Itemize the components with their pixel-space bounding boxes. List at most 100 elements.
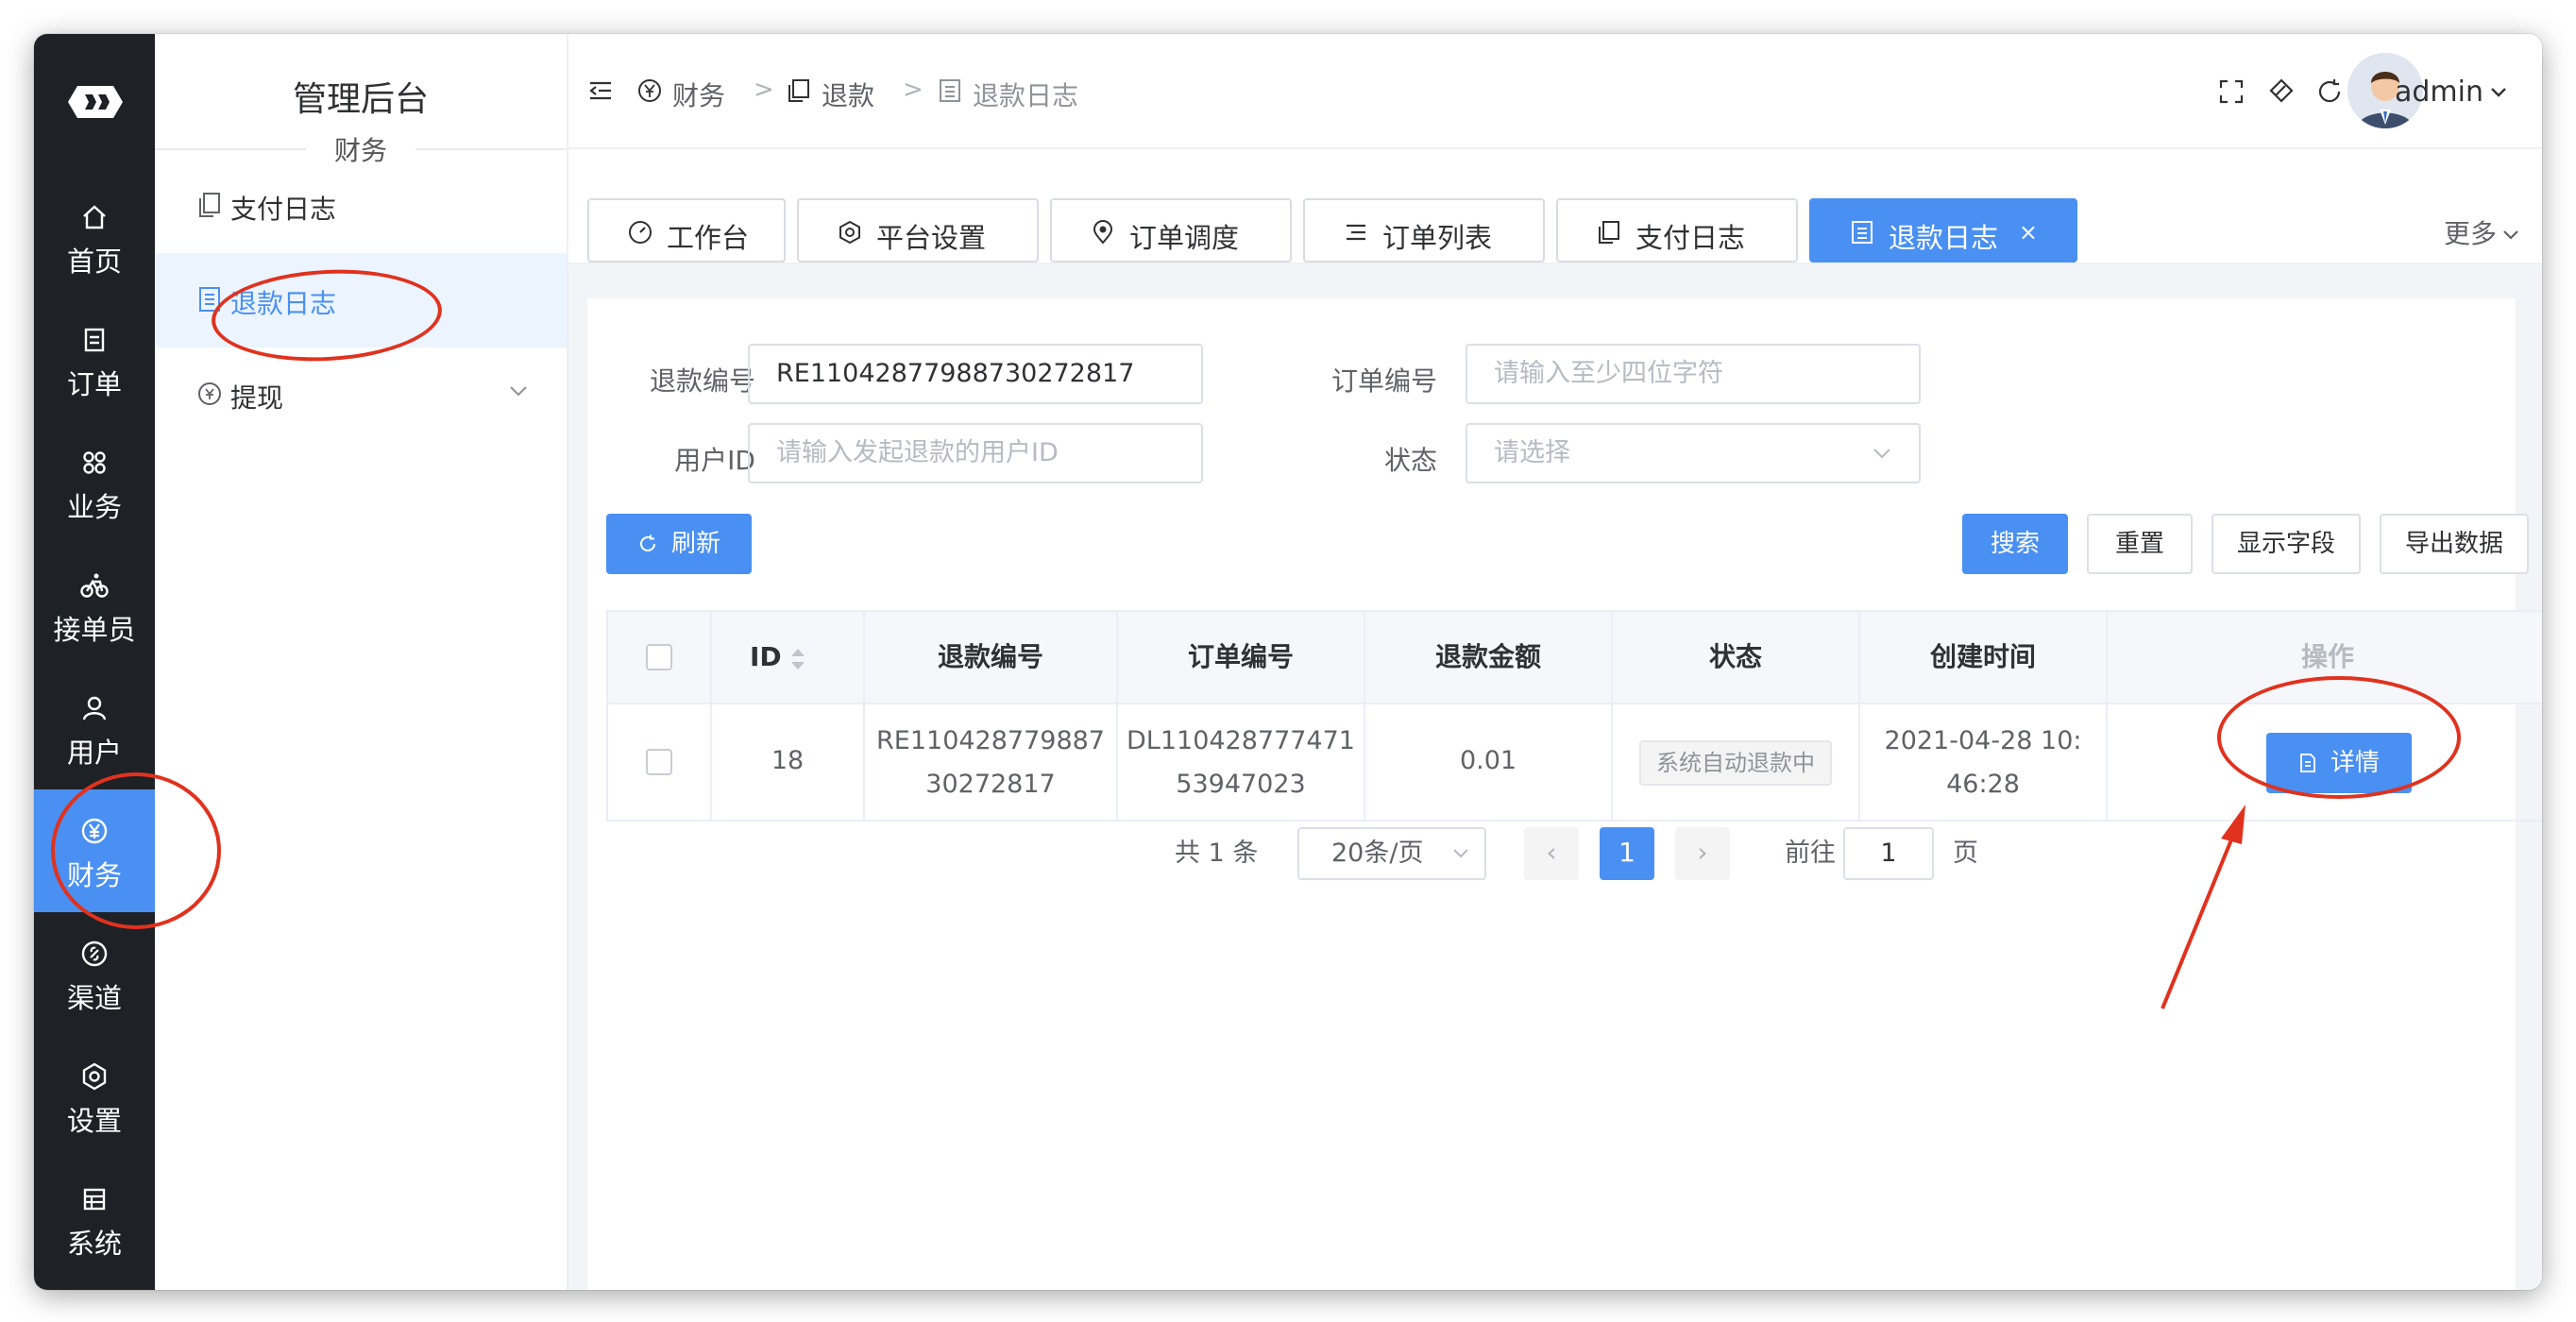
refund-no-label: 退款编号 <box>649 365 755 397</box>
sort-icon[interactable] <box>789 646 806 672</box>
search-button[interactable]: 搜索 <box>1962 514 2068 574</box>
order-icon <box>84 328 105 352</box>
refund-table: ID 退款编号 订单编号 退款金额 状态 创建时间 操作 18 RE110428… <box>606 610 2542 822</box>
chevron-down-icon <box>2503 230 2518 240</box>
rail-item-label: 财务 <box>66 859 122 891</box>
sidebar-item-label: 退款日志 <box>230 288 337 319</box>
rail-item-business[interactable]: 业务 <box>34 421 155 544</box>
pager-next-button[interactable]: › <box>1675 827 1730 880</box>
tab-label: 退款日志 <box>1889 222 1999 254</box>
yuan-icon <box>638 79 661 102</box>
app-logo-icon <box>68 86 123 118</box>
rail-item-settings[interactable]: 设置 <box>34 1035 155 1158</box>
refund-no-input[interactable]: RE110428779887302728​17 <box>748 344 1203 404</box>
reset-button[interactable]: 重置 <box>2087 514 2193 574</box>
cell-amount-value: 0.01 <box>1459 746 1517 775</box>
system-icon <box>83 1188 106 1211</box>
pager-goto-input[interactable]: 1 <box>1843 827 1934 880</box>
select-all-checkbox[interactable] <box>646 644 672 670</box>
fullscreen-icon[interactable] <box>2217 77 2246 106</box>
status-select[interactable]: 请选择 <box>1466 423 1921 483</box>
rail-item-label: 接单员 <box>53 614 136 646</box>
chevron-down-icon <box>2491 88 2506 97</box>
clear-cache-icon[interactable] <box>2266 77 2295 106</box>
dashboard-icon <box>629 221 652 244</box>
list-icon <box>1347 224 1365 241</box>
detail-button[interactable]: 详情 <box>2266 733 2412 793</box>
cell-text-line: 30272817 <box>925 770 1056 799</box>
page-size-value: 20条/页 <box>1331 839 1424 868</box>
export-data-button[interactable]: 导出数据 <box>2380 514 2529 574</box>
copy-doc-icon <box>1599 221 1619 244</box>
rail-item-orders[interactable]: 订单 <box>34 298 155 421</box>
user-name: admin <box>2395 76 2483 109</box>
detail-label: 详情 <box>2330 749 2380 777</box>
rail-item-courier[interactable]: 接单员 <box>34 544 155 667</box>
yuan-icon <box>81 818 108 844</box>
close-icon[interactable]: × <box>2019 219 2038 246</box>
breadcrumb-item[interactable]: 退款 <box>822 76 874 113</box>
rail-item-system[interactable]: 系统 <box>34 1158 155 1280</box>
tab-order-list[interactable]: 订单列表 <box>1303 198 1545 263</box>
chevron-down-icon <box>1453 849 1468 858</box>
user-icon <box>82 696 107 720</box>
cell-order-no-value: DL110428777471 53947023 <box>1118 720 1364 806</box>
tab-refund-log[interactable]: 退款日志 × <box>1809 198 2077 263</box>
collapse-menu-icon[interactable] <box>587 77 614 104</box>
refresh-icon <box>640 534 655 551</box>
pager-prev-button[interactable]: ‹ <box>1524 827 1579 880</box>
status-label: 状态 <box>1383 445 1437 476</box>
refresh-button[interactable]: 刷新 <box>606 514 752 574</box>
tab-order-dispatch[interactable]: 订单调度 <box>1050 198 1292 263</box>
rail-item-label: 渠道 <box>66 982 122 1014</box>
rail-item-label: 首页 <box>66 246 122 278</box>
cash-refresh-icon <box>198 382 221 405</box>
cell-text-line: DL110428777471 <box>1127 726 1355 755</box>
show-fields-button[interactable]: 显示字段 <box>2212 514 2361 574</box>
breadcrumb-item[interactable]: 财务 <box>672 76 725 113</box>
cell-id: 18 <box>712 704 865 820</box>
cell-text-line: 2021-04-28 10: <box>1884 726 2082 755</box>
cell-text-line: 53947023 <box>1176 770 1306 799</box>
cell-status: 系统自动退款中 <box>1613 704 1860 820</box>
refresh-icon[interactable] <box>2315 77 2344 106</box>
rail-item-finance[interactable]: 财务 <box>34 789 155 912</box>
rail-item-label: 业务 <box>66 491 122 523</box>
order-no-input[interactable]: 请输入至少四位字符 <box>1466 344 1921 404</box>
tab-dashboard[interactable]: 工作台 <box>587 198 786 263</box>
page-size-select[interactable]: 20条/页 <box>1297 827 1486 880</box>
sidebar-item-payment-log[interactable]: 支付日志 <box>155 159 567 253</box>
tab-payment-log[interactable]: 支付日志 <box>1556 198 1798 263</box>
cell-order-no: DL110428777471 53947023 <box>1118 704 1365 820</box>
tab-platform-settings[interactable]: 平台设置 <box>797 198 1039 263</box>
pager-goto-label: 前往 <box>1785 839 1836 868</box>
pager-total: 共 1 条 <box>1175 839 1259 868</box>
header-id[interactable]: ID <box>712 612 865 703</box>
gear-icon <box>839 220 860 245</box>
cell-id-value: 18 <box>771 746 805 775</box>
sidebar-item-refund-log[interactable]: 退款日志 <box>155 253 567 347</box>
cell-amount: 0.01 <box>1365 704 1613 820</box>
tabs-bar: 工作台 平台设置 订单调度 订单列表 支付日志 退款日志 × 更多 <box>568 149 2542 264</box>
row-checkbox[interactable] <box>646 749 672 775</box>
header-status: 状态 <box>1613 612 1860 703</box>
rail-item-home[interactable]: 首页 <box>34 176 155 298</box>
sidebar-item-withdraw[interactable]: 提现 <box>155 347 567 442</box>
header-created-time: 创建时间 <box>1860 612 2108 703</box>
tab-label: 工作台 <box>667 222 750 254</box>
header-actions: 操作 <box>2300 641 2354 672</box>
user-id-input[interactable]: 请输入发起退款的用户ID <box>748 423 1203 483</box>
user-menu[interactable]: admin <box>2395 76 2508 109</box>
sidebar-item-label: 支付日志 <box>230 194 337 225</box>
rail-item-users[interactable]: 用户 <box>34 667 155 789</box>
row-select-cell <box>608 704 712 820</box>
rail-item-channels[interactable]: 渠道 <box>34 912 155 1035</box>
rail-item-label: 系统 <box>66 1228 122 1260</box>
document-icon <box>2300 754 2315 772</box>
status-badge: 系统自动退款中 <box>1639 740 1832 786</box>
pager-page-1[interactable]: 1 <box>1600 827 1654 880</box>
order-no-label: 订单编号 <box>1330 365 1437 397</box>
tabs-more-menu[interactable]: 更多 <box>2444 213 2519 251</box>
location-icon <box>1093 220 1113 245</box>
pager-page-suffix: 页 <box>1953 839 1978 868</box>
